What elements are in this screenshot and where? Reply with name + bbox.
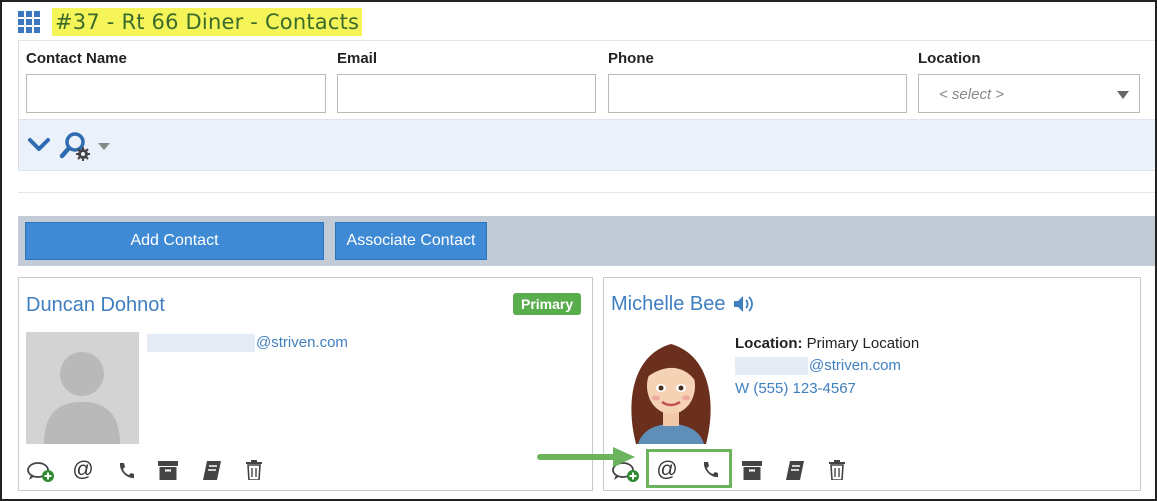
phone-label: Phone (608, 50, 654, 67)
chevron-down-icon[interactable] (27, 136, 51, 154)
location-info-label: Location: (735, 335, 803, 352)
primary-badge: Primary (513, 293, 582, 315)
add-comment-icon[interactable] (27, 461, 55, 483)
trash-icon[interactable] (246, 460, 262, 480)
email-link[interactable]: @striven.com (809, 357, 901, 374)
location-label: Location (918, 50, 981, 67)
person-silhouette-icon (44, 352, 120, 444)
page-title: #37 - Rt 66 Diner - Contacts (52, 8, 363, 36)
annotation-highlight-box (646, 449, 732, 488)
contact-name-link[interactable]: Michelle Bee (611, 293, 726, 316)
filter-toolbar (19, 119, 1157, 171)
redacted-email-user (147, 334, 255, 352)
location-info: Location: Primary Location (735, 335, 919, 352)
email-icon[interactable]: @ (72, 457, 94, 483)
select-caret-icon (1117, 91, 1129, 99)
phone-icon[interactable] (117, 462, 135, 480)
archive-icon[interactable] (742, 461, 762, 480)
email-label: Email (337, 50, 378, 67)
phone-link[interactable]: W (555) 123-4567 (735, 380, 856, 397)
notebook-icon[interactable] (202, 461, 222, 480)
contact-avatar-image (631, 344, 711, 444)
apps-grid-icon[interactable] (18, 11, 40, 33)
filter-panel: Contact Name Email Phone Location < sele… (18, 40, 1157, 171)
contact-name-link[interactable]: Duncan Dohnot (26, 294, 165, 317)
email-link[interactable]: @striven.com (256, 334, 348, 351)
speaker-icon[interactable] (733, 295, 753, 313)
contact-card: Duncan Dohnot Primary @striven.com @ (18, 277, 593, 491)
contact-name-label: Contact Name (26, 50, 127, 67)
archive-icon[interactable] (158, 461, 178, 480)
notebook-icon[interactable] (785, 461, 805, 480)
search-options-caret-icon[interactable] (98, 143, 110, 150)
associate-contact-button[interactable]: Associate Contact (335, 222, 487, 260)
contact-name-input[interactable] (26, 74, 326, 113)
redacted-email-user (735, 357, 808, 375)
add-contact-button[interactable]: Add Contact (25, 222, 324, 260)
phone-input[interactable] (608, 74, 907, 113)
email-input[interactable] (337, 74, 596, 113)
annotation-arrow-icon (537, 447, 635, 467)
location-info-value: Primary Location (806, 335, 920, 352)
location-select[interactable]: < select > (918, 74, 1140, 113)
search-settings-icon[interactable] (59, 130, 91, 162)
location-select-placeholder: < select > (939, 86, 1005, 103)
trash-icon[interactable] (829, 460, 845, 480)
action-bar: Add Contact Associate Contact (18, 216, 1157, 266)
page-header: #37 - Rt 66 Diner - Contacts (18, 8, 363, 36)
avatar-placeholder (26, 332, 139, 444)
divider (18, 192, 1157, 193)
